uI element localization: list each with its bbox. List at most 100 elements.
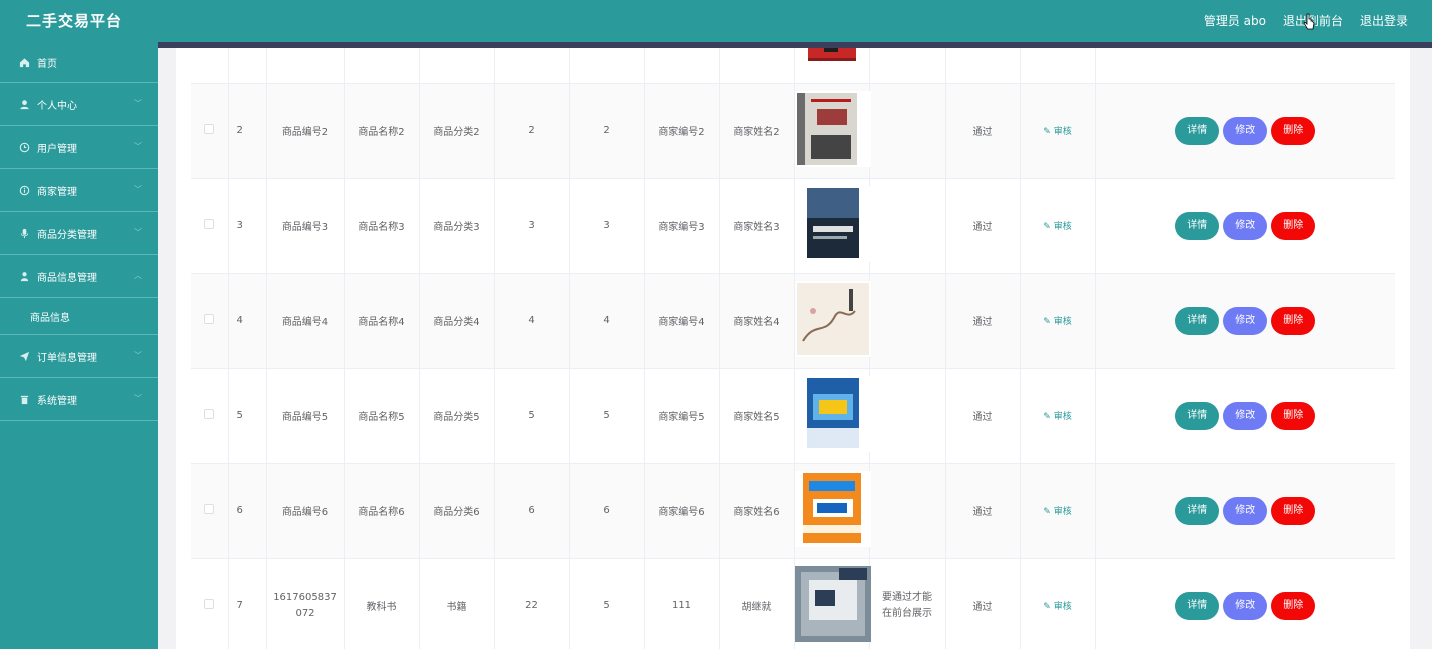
cell-merchant-name: 商家姓名2 bbox=[718, 83, 794, 179]
person-icon bbox=[18, 270, 30, 282]
mouse-cursor-icon bbox=[1303, 13, 1315, 30]
cell-merchant-no: 商家编号6 bbox=[643, 463, 719, 559]
edit-button[interactable]: 修改 bbox=[1223, 591, 1268, 620]
sidebar: 首页 个人中心 ﹀ 用户管理 ﹀ 商家管理 ﹀ 商品分类管理 ﹀ 商品信息管理 … bbox=[0, 42, 158, 649]
detail-button[interactable]: 详情 bbox=[1175, 211, 1220, 240]
cell-merchant-no: 商家编号5 bbox=[643, 368, 719, 464]
edit-button[interactable]: 修改 bbox=[1223, 211, 1268, 240]
cell-goods-name: 商品名称6 bbox=[343, 463, 419, 559]
delete-button[interactable]: 删除 bbox=[1271, 211, 1316, 240]
home-icon bbox=[18, 56, 30, 68]
cell-status: 通过 bbox=[944, 558, 1020, 649]
delete-button[interactable]: 删除 bbox=[1271, 116, 1316, 145]
detail-button[interactable]: 详情 bbox=[1175, 116, 1220, 145]
clock-icon bbox=[18, 141, 30, 153]
product-image bbox=[807, 48, 856, 61]
chevron-up-icon: ︿ bbox=[134, 271, 142, 280]
logout-link[interactable]: 退出登录 bbox=[1360, 12, 1408, 29]
cell-goods-category: 商品分类5 bbox=[418, 368, 494, 464]
cell-merchant-no: 商家编号4 bbox=[643, 273, 719, 369]
cell-value-2: 3 bbox=[568, 178, 644, 274]
edit-icon: ✎ bbox=[1043, 507, 1054, 517]
delete-button[interactable]: 删除 bbox=[1271, 401, 1316, 430]
audit-label: 审核 bbox=[1053, 222, 1072, 232]
table-row: 3 商品编号3 商品名称3 商品分类3 3 3 商家编号3 商家姓名3 通过 ✎… bbox=[191, 178, 1395, 274]
sidebar-item-system[interactable]: 系统管理 ﹀ bbox=[0, 378, 158, 421]
page-scrollbar[interactable] bbox=[1410, 48, 1432, 649]
cell-value-1: 5 bbox=[493, 368, 569, 464]
sidebar-item-category[interactable]: 商品分类管理 ﹀ bbox=[0, 212, 158, 255]
cell-status: 通过 bbox=[944, 178, 1020, 274]
send-icon bbox=[18, 350, 30, 362]
detail-button[interactable]: 详情 bbox=[1175, 401, 1220, 430]
edit-button[interactable]: 修改 bbox=[1223, 401, 1268, 430]
cell-note bbox=[868, 463, 945, 559]
product-image bbox=[794, 186, 871, 262]
edit-button[interactable]: 修改 bbox=[1223, 306, 1268, 335]
delete-button[interactable]: 删除 bbox=[1271, 496, 1316, 525]
edit-button[interactable]: 修改 bbox=[1223, 496, 1268, 525]
audit-link[interactable]: ✎ 审核 bbox=[1043, 507, 1071, 517]
cell-goods-code: 商品编号6 bbox=[265, 463, 344, 559]
cell-value-1: 22 bbox=[493, 558, 569, 649]
cell-merchant-name: 商家姓名3 bbox=[718, 178, 794, 274]
cell-goods-code: 商品编号2 bbox=[265, 83, 344, 179]
sidebar-item-home[interactable]: 首页 bbox=[0, 42, 158, 83]
sidebar-item-label: 商家管理 bbox=[37, 186, 77, 198]
delete-button[interactable]: 删除 bbox=[1271, 306, 1316, 335]
sidebar-item-label: 系统管理 bbox=[37, 395, 77, 407]
sidebar-item-goods[interactable]: 商品信息管理 ︿ bbox=[0, 255, 158, 298]
sidebar-item-label: 商品信息管理 bbox=[37, 272, 97, 284]
table-row: 6 商品编号6 商品名称6 商品分类6 6 6 商家编号6 商家姓名6 通过 ✎… bbox=[191, 463, 1395, 559]
detail-button[interactable]: 详情 bbox=[1175, 591, 1220, 620]
product-image bbox=[794, 91, 871, 167]
table-row: 7 1617605837072 教科书 书籍 22 5 111 胡继就 要通过才… bbox=[191, 558, 1395, 649]
cell-goods-category: 商品分类6 bbox=[418, 463, 494, 559]
product-image bbox=[794, 281, 871, 357]
cell-status: 通过 bbox=[944, 463, 1020, 559]
content-area: 2 商品编号2 商品名称2 商品分类2 2 2 商家编号2 商家姓名2 通过 ✎… bbox=[176, 48, 1410, 649]
cell-note bbox=[868, 273, 945, 369]
sidebar-item-users[interactable]: 用户管理 ﹀ bbox=[0, 126, 158, 169]
sidebar-item-merchants[interactable]: 商家管理 ﹀ bbox=[0, 169, 158, 212]
top-navbar: 二手交易平台 管理员 abo 退出到前台 退出登录 bbox=[0, 0, 1432, 42]
row-index: 7 bbox=[227, 558, 266, 649]
detail-button[interactable]: 详情 bbox=[1175, 306, 1220, 335]
audit-link[interactable]: ✎ 审核 bbox=[1043, 412, 1071, 422]
product-image bbox=[794, 566, 871, 642]
audit-link[interactable]: ✎ 审核 bbox=[1043, 127, 1071, 137]
cell-goods-name: 商品名称4 bbox=[343, 273, 419, 369]
row-checkbox[interactable] bbox=[204, 599, 215, 609]
row-index: 3 bbox=[227, 178, 266, 274]
cell-note bbox=[868, 178, 945, 274]
mic-icon bbox=[18, 227, 30, 239]
cell-goods-name: 商品名称3 bbox=[343, 178, 419, 274]
edit-icon: ✎ bbox=[1043, 602, 1054, 612]
delete-button[interactable]: 删除 bbox=[1271, 591, 1316, 620]
sidebar-item-label: 用户管理 bbox=[37, 143, 77, 155]
audit-link[interactable]: ✎ 审核 bbox=[1043, 222, 1071, 232]
edit-button[interactable]: 修改 bbox=[1223, 116, 1268, 145]
cell-status: 通过 bbox=[944, 273, 1020, 369]
chevron-down-icon: ﹀ bbox=[134, 351, 142, 360]
sidebar-item-profile[interactable]: 个人中心 ﹀ bbox=[0, 83, 158, 126]
row-checkbox[interactable] bbox=[204, 314, 215, 324]
submenu-item-goods-info[interactable]: 商品信息 bbox=[0, 298, 158, 335]
row-checkbox[interactable] bbox=[204, 504, 215, 514]
row-index: 6 bbox=[227, 463, 266, 559]
audit-link[interactable]: ✎ 审核 bbox=[1043, 602, 1071, 612]
row-checkbox[interactable] bbox=[204, 124, 215, 134]
table-row-partial bbox=[191, 48, 1395, 84]
sidebar-item-label: 订单信息管理 bbox=[37, 352, 97, 364]
row-checkbox[interactable] bbox=[204, 409, 215, 419]
cell-merchant-name: 胡继就 bbox=[718, 558, 794, 649]
edit-icon: ✎ bbox=[1043, 317, 1054, 327]
cell-goods-code: 1617605837072 bbox=[265, 558, 344, 649]
cell-note: 要通过才能在前台展示 bbox=[868, 558, 945, 649]
audit-link[interactable]: ✎ 审核 bbox=[1043, 317, 1071, 327]
row-checkbox[interactable] bbox=[204, 219, 215, 229]
detail-button[interactable]: 详情 bbox=[1175, 496, 1220, 525]
audit-label: 审核 bbox=[1053, 127, 1072, 137]
brand-title: 二手交易平台 bbox=[26, 12, 123, 30]
sidebar-item-orders[interactable]: 订单信息管理 ﹀ bbox=[0, 335, 158, 378]
